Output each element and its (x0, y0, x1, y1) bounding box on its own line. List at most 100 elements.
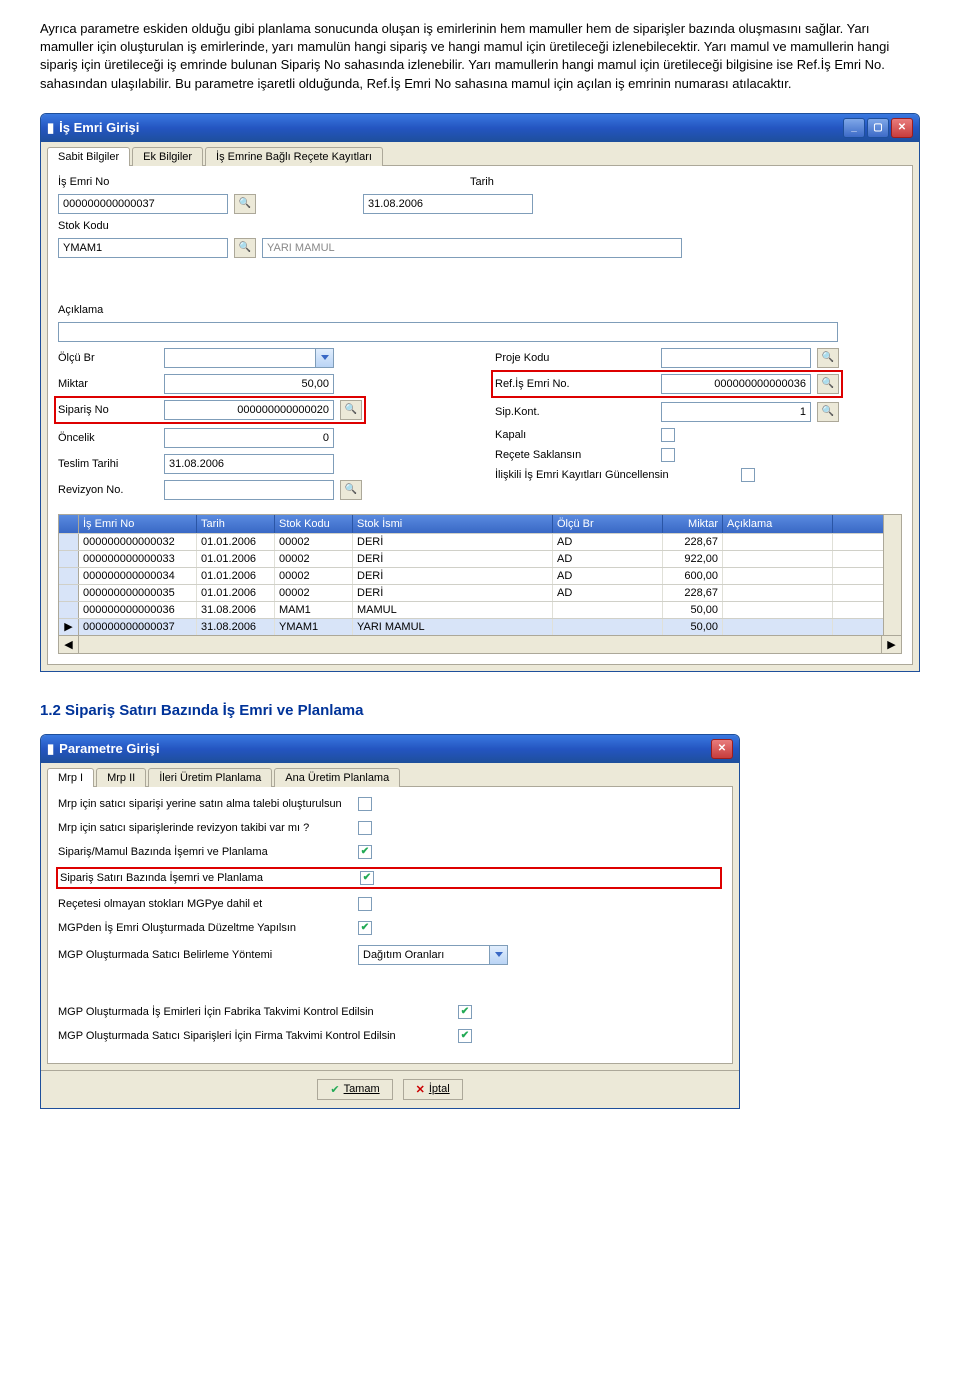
sipkont-input[interactable] (661, 402, 811, 422)
lookup-icon[interactable]: 🔍 (234, 194, 256, 214)
close-icon[interactable]: ✕ (891, 118, 913, 138)
button-bar: ✔Tamam ✕İptal (41, 1070, 739, 1108)
cell: 50,00 (663, 619, 723, 635)
table-row[interactable]: 00000000000003501.01.200600002DERİAD228,… (59, 584, 883, 601)
param-checkbox[interactable]: ✔ (458, 1029, 472, 1043)
tab-mrp1[interactable]: Mrp I (47, 768, 94, 787)
row-handle[interactable] (59, 551, 79, 567)
iliskili-checkbox[interactable] (741, 468, 755, 482)
cell: 00002 (275, 585, 353, 601)
cell: DERİ (353, 585, 553, 601)
window-title: Parametre Girişi (59, 741, 711, 756)
scrollbar-vertical[interactable] (883, 515, 901, 635)
param-checkbox[interactable] (358, 821, 372, 835)
tab-ek[interactable]: Ek Bilgiler (132, 147, 203, 166)
param-checkbox[interactable]: ✔ (458, 1005, 472, 1019)
tab-mrp2[interactable]: Mrp II (96, 768, 146, 787)
param-checkbox[interactable] (358, 797, 372, 811)
col-stok[interactable]: Stok Kodu (275, 515, 353, 533)
table-row[interactable]: 00000000000003201.01.200600002DERİAD228,… (59, 533, 883, 550)
cell (723, 619, 833, 635)
col-stokismi[interactable]: Stok İsmi (353, 515, 553, 533)
cell: 228,67 (663, 534, 723, 550)
titlebar[interactable]: ▮ İş Emri Girişi _ ▢ ✕ (41, 114, 919, 142)
param-checkbox[interactable]: ✔ (358, 845, 372, 859)
row-handle[interactable] (59, 534, 79, 550)
siparis-input[interactable] (164, 400, 334, 420)
olcu-input[interactable] (164, 348, 316, 368)
param-checkbox[interactable]: ✔ (358, 921, 372, 935)
label-teslim: Teslim Tarihi (58, 458, 158, 470)
col-miktar[interactable]: Miktar (663, 515, 723, 533)
ref-input[interactable] (661, 374, 811, 394)
titlebar[interactable]: ▮ Parametre Girişi ✕ (41, 735, 739, 763)
table-row[interactable]: 00000000000003631.08.2006MAM1MAMUL50,00 (59, 601, 883, 618)
chevron-down-icon[interactable] (490, 945, 508, 965)
cell: DERİ (353, 534, 553, 550)
miktar-input[interactable] (164, 374, 334, 394)
cell: 01.01.2006 (197, 551, 275, 567)
ok-button[interactable]: ✔Tamam (317, 1079, 392, 1100)
param-label: MGP Oluşturmada Satıcı Siparişleri İçin … (58, 1030, 458, 1042)
col-olcu[interactable]: Ölçü Br (553, 515, 663, 533)
cell: MAMUL (353, 602, 553, 618)
cell: 922,00 (663, 551, 723, 567)
cell: 000000000000036 (79, 602, 197, 618)
x-icon: ✕ (416, 1083, 425, 1096)
teslim-input[interactable] (164, 454, 334, 474)
param-checkbox[interactable]: ✔ (360, 871, 374, 885)
is-emri-no-input[interactable] (58, 194, 228, 214)
cell: DERİ (353, 551, 553, 567)
cell: 000000000000034 (79, 568, 197, 584)
cell: YARI MAMUL (353, 619, 553, 635)
cell: 01.01.2006 (197, 534, 275, 550)
combo-yontem[interactable] (358, 945, 490, 965)
tab-recete[interactable]: İş Emrine Bağlı Reçete Kayıtları (205, 147, 383, 166)
row-handle[interactable]: ▶ (59, 619, 79, 635)
table-row[interactable]: ▶00000000000003731.08.2006YMAM1YARI MAMU… (59, 618, 883, 635)
cell: 01.01.2006 (197, 568, 275, 584)
tab-body: İş Emri No Tarih 🔍 Stok Kodu 🔍 Açıklama (47, 165, 913, 665)
table-row[interactable]: 00000000000003301.01.200600002DERİAD922,… (59, 550, 883, 567)
stok-kodu-input[interactable] (58, 238, 228, 258)
close-icon[interactable]: ✕ (711, 739, 733, 759)
col-tarih[interactable]: Tarih (197, 515, 275, 533)
param-checkbox[interactable] (358, 897, 372, 911)
lookup-icon[interactable]: 🔍 (234, 238, 256, 258)
row-handle[interactable] (59, 585, 79, 601)
tab-sabit[interactable]: Sabit Bilgiler (47, 147, 130, 166)
lookup-icon[interactable]: 🔍 (817, 374, 839, 394)
lookup-icon[interactable]: 🔍 (817, 402, 839, 422)
cell: AD (553, 568, 663, 584)
oncelik-input[interactable] (164, 428, 334, 448)
aciklama-input[interactable] (58, 322, 838, 342)
label-stok: Stok Kodu (58, 220, 158, 232)
tab-ana[interactable]: Ana Üretim Planlama (274, 768, 400, 787)
cell: AD (553, 534, 663, 550)
col-acik[interactable]: Açıklama (723, 515, 833, 533)
lookup-icon[interactable]: 🔍 (340, 480, 362, 500)
kapali-checkbox[interactable] (661, 428, 675, 442)
col-emri[interactable]: İş Emri No (79, 515, 197, 533)
cell (723, 534, 833, 550)
maximize-icon[interactable]: ▢ (867, 118, 889, 138)
row-handle[interactable] (59, 568, 79, 584)
proje-input[interactable] (661, 348, 811, 368)
param-row: Sipariş/Mamul Bazında İşemri ve Planlama… (58, 845, 722, 859)
chevron-down-icon[interactable] (316, 348, 334, 368)
table-row[interactable]: 00000000000003401.01.200600002DERİAD600,… (59, 567, 883, 584)
minimize-icon[interactable]: _ (843, 118, 865, 138)
cancel-button[interactable]: ✕İptal (403, 1079, 463, 1100)
recete-checkbox[interactable] (661, 448, 675, 462)
lookup-icon[interactable]: 🔍 (817, 348, 839, 368)
revizyon-input[interactable] (164, 480, 334, 500)
stok-desc (262, 238, 682, 258)
lookup-icon[interactable]: 🔍 (340, 400, 362, 420)
tab-ileri[interactable]: İleri Üretim Planlama (148, 768, 272, 787)
label-ref: Ref.İş Emri No. (495, 378, 655, 390)
row-handle[interactable] (59, 602, 79, 618)
tarih-input[interactable] (363, 194, 533, 214)
app-icon: ▮ (47, 741, 54, 757)
scrollbar-horizontal[interactable]: ◀ ▶ (59, 635, 901, 653)
cell: 000000000000032 (79, 534, 197, 550)
